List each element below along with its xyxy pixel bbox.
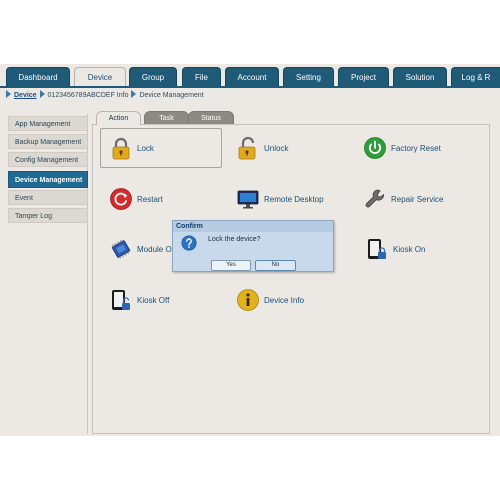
kiosk-lock-icon xyxy=(368,239,386,259)
action-device-info[interactable]: Device Info xyxy=(236,287,304,313)
tab-group[interactable]: Group xyxy=(129,67,177,87)
restart-icon xyxy=(110,188,132,210)
breadcrumb-arrow-icon xyxy=(131,90,137,98)
tab-device[interactable]: Device xyxy=(74,67,126,87)
sidebar-item-tamper-log[interactable]: Tamper Log xyxy=(8,208,88,223)
chip-icon xyxy=(111,239,131,259)
action-kiosk-off-label: Kiosk Off xyxy=(137,295,170,305)
sidebar-item-backup-management[interactable]: Backup Management xyxy=(8,134,88,149)
subtab-status[interactable]: Status xyxy=(188,111,234,125)
action-remote-desktop[interactable]: Remote Desktop xyxy=(236,186,324,212)
action-repair-service[interactable]: Repair Service xyxy=(363,186,443,212)
question-icon xyxy=(181,235,197,251)
action-device-info-label: Device Info xyxy=(264,295,305,305)
power-icon xyxy=(364,137,386,159)
subtab-action[interactable]: Action xyxy=(96,111,141,125)
action-module-on-label: Module On xyxy=(137,244,177,254)
tab-project[interactable]: Project xyxy=(338,67,389,87)
action-panel: Lock Unlock Factory Reset Restart Remote… xyxy=(92,124,490,434)
sidebar-item-event[interactable]: Event xyxy=(8,190,88,205)
sidebar-item-app-management[interactable]: App Management xyxy=(8,116,88,131)
action-kiosk-on-label: Kiosk On xyxy=(393,244,426,254)
info-icon xyxy=(237,289,259,311)
top-nav: Dashboard Device Group File Account Sett… xyxy=(0,64,500,88)
breadcrumb: Device 0123456789ABCDEF Info Device Mana… xyxy=(0,88,500,104)
main-panel: Action Task Status Lock Unlock Factory R… xyxy=(92,110,490,434)
breadcrumb-arrow-icon xyxy=(39,90,45,98)
breadcrumb-current: Device Management xyxy=(139,92,204,99)
action-unlock[interactable]: Unlock xyxy=(236,135,288,161)
action-repair-service-label: Repair Service xyxy=(391,194,444,204)
action-factory-reset[interactable]: Factory Reset xyxy=(363,135,441,161)
action-restart[interactable]: Restart xyxy=(109,186,163,212)
action-lock[interactable]: Lock xyxy=(100,128,222,168)
breadcrumb-device-info: 0123456789ABCDEF Info xyxy=(47,92,129,99)
action-factory-reset-label: Factory Reset xyxy=(391,143,441,153)
action-remote-desktop-label: Remote Desktop xyxy=(264,194,324,204)
tab-file[interactable]: File xyxy=(182,67,221,87)
action-module-on[interactable]: Module On xyxy=(109,236,176,262)
padlock-open-icon xyxy=(238,136,256,160)
wrench-icon xyxy=(365,189,384,208)
kiosk-unlock-icon xyxy=(112,290,130,310)
action-kiosk-on[interactable]: Kiosk On xyxy=(365,236,425,262)
action-kiosk-off[interactable]: Kiosk Off xyxy=(109,287,169,313)
subtab-task[interactable]: Task xyxy=(144,111,189,125)
yes-button[interactable]: Yes xyxy=(211,260,251,271)
sidebar: App Management Backup Management Config … xyxy=(6,114,88,434)
action-restart-label: Restart xyxy=(137,194,163,204)
breadcrumb-arrow-icon xyxy=(6,90,11,98)
tab-log-report[interactable]: Log & R xyxy=(451,67,500,87)
sidebar-item-device-management[interactable]: Device Management xyxy=(8,171,88,188)
dialog-title: Confirm xyxy=(173,221,333,232)
tab-setting[interactable]: Setting xyxy=(283,67,334,87)
dialog-message: Lock the device? xyxy=(208,236,261,243)
sidebar-item-config-management[interactable]: Config Management xyxy=(8,152,88,167)
tab-solution[interactable]: Solution xyxy=(393,67,447,87)
padlock-closed-icon xyxy=(112,137,130,160)
action-lock-label: Lock xyxy=(137,143,154,153)
no-button[interactable]: No xyxy=(255,260,296,271)
monitor-icon xyxy=(237,190,259,209)
breadcrumb-device-link[interactable]: Device xyxy=(14,92,37,99)
tab-account[interactable]: Account xyxy=(225,67,279,87)
action-unlock-label: Unlock xyxy=(264,143,289,153)
confirm-dialog: Confirm Lock the device? Yes No xyxy=(172,220,334,272)
tab-dashboard[interactable]: Dashboard xyxy=(6,67,70,87)
